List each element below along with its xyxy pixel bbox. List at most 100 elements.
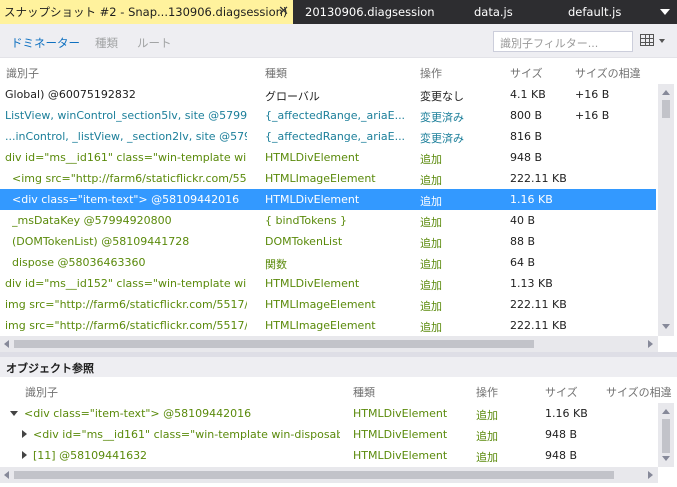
scroll-right-icon[interactable] <box>648 471 653 479</box>
reference-row[interactable]: <div id="ms__id161" class="win-template … <box>0 424 656 445</box>
table-row[interactable]: Global) @60075192832 グローバル 変更なし 4.1 KB +16 B <box>0 84 656 105</box>
cell-size: 948 B <box>510 151 543 164</box>
col-header-operation[interactable]: 操作 <box>476 384 498 400</box>
col-header-type[interactable]: 種類 <box>265 65 287 81</box>
col-header-size[interactable]: サイズ <box>510 65 543 81</box>
cell-type: HTMLDivElement <box>353 449 448 462</box>
cell-size: 948 B <box>545 428 578 441</box>
cell-size-diff: +16 B <box>575 88 610 101</box>
col-header-identifier[interactable]: 識別子 <box>6 65 39 81</box>
table-row[interactable]: ...inControl, _listView, _section2lv, si… <box>0 126 656 147</box>
table-row[interactable]: img src="http://farm6/staticflickr.com/5… <box>0 294 656 315</box>
cell-operation: 追加 <box>476 409 498 422</box>
cell-size: 222.11 KB <box>510 298 567 311</box>
view-dominators-link[interactable]: ドミネーター <box>11 35 80 51</box>
cell-type: { bindTokens } <box>265 214 348 227</box>
collapsed-triangle-icon[interactable] <box>22 451 27 459</box>
tab-data-js[interactable]: data.js <box>474 0 534 24</box>
cell-type: HTMLImageElement <box>265 319 376 332</box>
cell-operation: 追加 <box>420 216 442 229</box>
cell-type: HTMLDivElement <box>353 407 448 420</box>
scroll-up-icon[interactable] <box>662 409 670 414</box>
collapsed-triangle-icon[interactable] <box>22 430 27 438</box>
scrollbar-thumb[interactable] <box>14 471 614 479</box>
col-header-size-diff[interactable]: サイズの相違 <box>575 65 641 81</box>
col-header-size[interactable]: サイズ <box>545 384 578 400</box>
col-header-identifier[interactable]: 識別子 <box>25 384 58 400</box>
reference-row[interactable]: <div class="item-text"> @58109442016 HTML… <box>0 403 656 424</box>
cell-operation: 追加 <box>476 451 498 464</box>
tab-dropdown-icon[interactable] <box>660 9 670 15</box>
close-icon[interactable]: ✕ <box>278 0 289 24</box>
table-row[interactable]: (DOMTokenList) @58109441728 DOMTokenList 追… <box>0 231 656 252</box>
main-horizontal-scrollbar[interactable] <box>0 336 658 352</box>
cell-operation: 追加 <box>420 321 442 334</box>
cell-identifier: _msDataKey @57994920800 <box>12 214 172 227</box>
table-row[interactable]: div id="ms__id161" class="win-template w… <box>0 147 656 168</box>
scroll-right-icon[interactable] <box>648 340 653 348</box>
cell-identifier: <div class="item-text"> @58109442016 <box>12 193 240 206</box>
chevron-down-icon[interactable] <box>659 39 665 43</box>
grid-settings-icon[interactable] <box>640 34 654 46</box>
tab-label: スナップショット #2 - Snap...130906.diagsession) <box>4 5 288 19</box>
view-types-link[interactable]: 種類 <box>95 35 118 51</box>
cell-size: 88 B <box>510 235 536 248</box>
cell-operation: 追加 <box>420 237 442 250</box>
cell-identifier: img src="http://farm6/staticflickr.com/5… <box>5 298 247 311</box>
scroll-left-icon[interactable] <box>4 340 9 348</box>
tab-label: 20130906.diagsession <box>305 5 435 19</box>
cell-operation: 追加 <box>476 430 498 443</box>
ref-horizontal-scrollbar[interactable] <box>0 467 658 483</box>
identifier-text: <div class="item-text"> @58109442016 <box>24 407 252 420</box>
cell-identifier: div id="ms__id161" class="win-template w… <box>5 151 247 164</box>
expanded-triangle-icon[interactable] <box>10 411 18 416</box>
scrollbar-thumb[interactable] <box>14 340 534 348</box>
cell-size: 64 B <box>510 256 536 269</box>
cell-type: HTMLDivElement <box>265 193 360 206</box>
scroll-left-icon[interactable] <box>4 471 9 479</box>
snapshot-toolbar: ドミネーター 種類 ルート 識別子フィルター... <box>0 24 677 58</box>
table-row[interactable]: img src="http://farm6/staticflickr.com/5… <box>0 315 656 336</box>
cell-type: 関数 <box>265 258 287 271</box>
table-row[interactable]: dispose @58036463360 関数 追加 64 B <box>0 252 656 273</box>
identifier-filter-input[interactable]: 識別子フィルター... <box>493 31 633 52</box>
reference-row[interactable]: [11] @58109441632 HTMLDivElement 追加 948 B <box>0 445 656 466</box>
col-header-size-diff[interactable]: サイズの相違 <box>606 384 672 400</box>
table-row[interactable]: div id="ms__id152" class="win-template w… <box>0 273 656 294</box>
cell-operation: 追加 <box>420 300 442 313</box>
cell-size-diff: +16 B <box>575 109 610 122</box>
tab-snapshot-2[interactable]: スナップショット #2 - Snap...130906.diagsession)… <box>0 0 293 24</box>
table-row[interactable]: _msDataKey @57994920800 { bindTokens } 追加 4… <box>0 210 656 231</box>
tab-default-js[interactable]: default.js <box>568 0 638 24</box>
cell-type: HTMLImageElement <box>265 298 376 311</box>
cell-type: HTMLDivElement <box>265 151 360 164</box>
cell-operation: 変更済み <box>420 132 464 145</box>
cell-identifier: dispose @58036463360 <box>12 256 146 269</box>
cell-identifier: <img src="http://farm6/staticflickr.com/… <box>12 172 247 185</box>
tab-label: default.js <box>568 5 622 19</box>
cell-identifier: img src="http://farm6/staticflickr.com/5… <box>5 319 247 332</box>
cell-operation: 追加 <box>420 258 442 271</box>
scroll-down-icon[interactable] <box>662 324 670 329</box>
cell-identifier: (DOMTokenList) @58109441728 <box>12 235 190 248</box>
main-vertical-scrollbar[interactable] <box>658 84 674 336</box>
cell-size: 40 B <box>510 214 536 227</box>
table-row[interactable]: <div class="item-text"> @58109442016 HTML… <box>0 189 656 210</box>
ref-vertical-scrollbar[interactable] <box>658 403 674 467</box>
scrollbar-thumb[interactable] <box>662 419 670 453</box>
scroll-up-icon[interactable] <box>662 90 670 95</box>
col-header-operation[interactable]: 操作 <box>420 65 442 81</box>
table-row[interactable]: <img src="http://farm6/staticflickr.com/… <box>0 168 656 189</box>
tab-diagsession[interactable]: 20130906.diagsession <box>305 0 445 24</box>
cell-size: 1.13 KB <box>510 277 553 290</box>
cell-size: 4.1 KB <box>510 88 546 101</box>
table-row[interactable]: ListView, winControl_section5lv, site @5… <box>0 105 656 126</box>
scrollbar-thumb[interactable] <box>662 100 670 118</box>
col-header-type[interactable]: 種類 <box>353 384 375 400</box>
cell-identifier: <div id="ms__id161" class="win-template … <box>22 428 340 441</box>
cell-size: 816 B <box>510 130 543 143</box>
view-roots-link[interactable]: ルート <box>137 35 172 51</box>
tab-label: data.js <box>474 5 513 19</box>
cell-identifier: [11] @58109441632 <box>22 449 340 462</box>
scroll-down-icon[interactable] <box>662 456 670 461</box>
